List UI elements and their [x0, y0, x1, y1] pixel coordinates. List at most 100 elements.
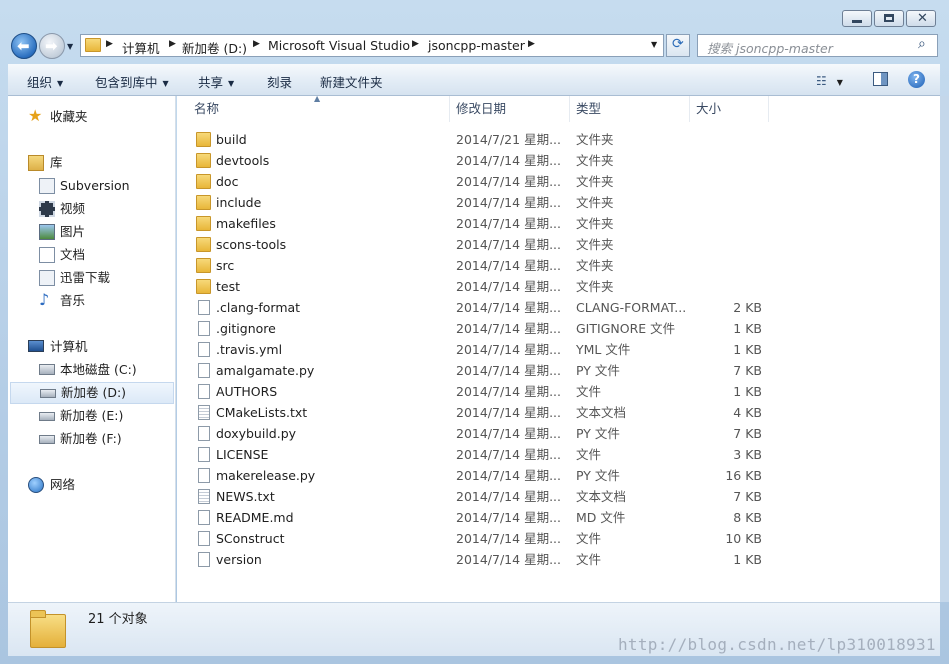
preview-pane-button[interactable] — [873, 72, 888, 86]
file-type: PY 文件 — [576, 426, 620, 441]
nav-libraries-label: 库 — [50, 155, 63, 170]
file-modified-date: 2014/7/21 星期... — [456, 132, 561, 147]
folder-large-icon — [30, 608, 66, 648]
file-list-pane: ▲ 名称 修改日期 类型 大小 build 2014/7/21 星期... 文件夹 d… — [177, 96, 940, 602]
file-name: .travis.yml — [216, 342, 283, 357]
file-row[interactable]: .gitignore 2014/7/14 星期... GITIGNORE 文件 1 K… — [177, 318, 777, 339]
nav-drive-e[interactable]: 新加卷 (E:) — [8, 405, 174, 427]
file-row[interactable]: NEWS.txt 2014/7/14 星期... 文本文档 7 KB — [177, 486, 777, 507]
include-in-library-menu[interactable]: 包含到库中 ▼ — [95, 72, 169, 91]
file-modified-date: 2014/7/14 星期... — [456, 447, 561, 462]
file-modified-date: 2014/7/14 星期... — [456, 153, 561, 168]
file-size: 8 KB — [733, 510, 762, 525]
folder-row[interactable]: doc 2014/7/14 星期... 文件夹 — [177, 171, 777, 192]
file-modified-date: 2014/7/14 星期... — [456, 237, 561, 252]
nav-favorites[interactable]: ★ 收藏夹 — [8, 106, 174, 128]
forward-button[interactable]: ➡ — [39, 33, 65, 59]
breadcrumb-separator-icon[interactable]: ▶ — [412, 39, 419, 49]
maximize-icon — [884, 14, 894, 22]
breadcrumb-drive-d[interactable]: 新加卷 (D:) — [182, 38, 247, 57]
minimize-button[interactable] — [842, 10, 872, 27]
file-modified-date: 2014/7/14 星期... — [456, 510, 561, 525]
folder-row[interactable]: devtools 2014/7/14 星期... 文件夹 — [177, 150, 777, 171]
organize-label: 组织 — [27, 75, 53, 90]
file-row[interactable]: AUTHORS 2014/7/14 星期... 文件 1 KB — [177, 381, 777, 402]
file-row[interactable]: LICENSE 2014/7/14 星期... 文件 3 KB — [177, 444, 777, 465]
nav-drive-f[interactable]: 新加卷 (F:) — [8, 428, 174, 450]
burn-button[interactable]: 刻录 — [267, 72, 292, 91]
folder-icon — [196, 237, 211, 252]
folder-row[interactable]: makefiles 2014/7/14 星期... 文件夹 — [177, 213, 777, 234]
breadcrumb-computer[interactable]: 计算机 — [122, 38, 160, 57]
refresh-button[interactable]: ⟳ — [666, 34, 690, 57]
folder-row[interactable]: include 2014/7/14 星期... 文件夹 — [177, 192, 777, 213]
file-size: 4 KB — [733, 405, 762, 420]
breadcrumb-visual-studio[interactable]: Microsoft Visual Studio — [268, 38, 410, 53]
organize-menu[interactable]: 组织 ▼ — [27, 72, 63, 91]
nav-lib-music[interactable]: ♪ 音乐 — [8, 290, 174, 312]
column-header-size[interactable]: 大小 — [690, 96, 769, 122]
help-button[interactable]: ? — [908, 71, 925, 88]
nav-libraries[interactable]: 库 — [8, 152, 174, 174]
file-type: 文件夹 — [576, 216, 614, 231]
file-row[interactable]: amalgamate.py 2014/7/14 星期... PY 文件 7 KB — [177, 360, 777, 381]
file-modified-date: 2014/7/14 星期... — [456, 405, 561, 420]
address-history-dropdown[interactable]: ▼ — [651, 40, 657, 49]
breadcrumb-separator-icon[interactable]: ▶ — [253, 39, 260, 49]
file-type: YML 文件 — [576, 342, 631, 357]
nav-drive-c[interactable]: 本地磁盘 (C:) — [8, 359, 174, 381]
view-options-button[interactable]: ☷ ▼ — [816, 73, 843, 88]
file-row[interactable]: version 2014/7/14 星期... 文件 1 KB — [177, 549, 777, 570]
file-row[interactable]: SConstruct 2014/7/14 星期... 文件 10 KB — [177, 528, 777, 549]
file-type: 文件 — [576, 531, 602, 546]
nav-lib-documents[interactable]: 文档 — [8, 244, 174, 266]
forward-arrow-icon: ➡ — [45, 37, 58, 55]
new-folder-button[interactable]: 新建文件夹 — [320, 72, 383, 91]
folder-row[interactable]: src 2014/7/14 星期... 文件夹 — [177, 255, 777, 276]
file-row[interactable]: CMakeLists.txt 2014/7/14 星期... 文本文档 4 KB — [177, 402, 777, 423]
breadcrumb-separator-icon[interactable]: ▶ — [528, 39, 535, 49]
nav-computer[interactable]: 计算机 — [8, 336, 174, 358]
file-row[interactable]: doxybuild.py 2014/7/14 星期... PY 文件 7 KB — [177, 423, 777, 444]
column-header-date[interactable]: 修改日期 — [450, 96, 570, 122]
search-icon[interactable]: ⌕ — [918, 36, 926, 52]
file-row[interactable]: makerelease.py 2014/7/14 星期... PY 文件 16 KB — [177, 465, 777, 486]
recent-pages-dropdown[interactable]: ▼ — [67, 42, 73, 51]
file-row[interactable]: .travis.yml 2014/7/14 星期... YML 文件 1 KB — [177, 339, 777, 360]
breadcrumb-separator-icon[interactable]: ▶ — [169, 39, 176, 49]
column-header-type[interactable]: 类型 — [570, 96, 690, 122]
file-type: 文件夹 — [576, 132, 614, 147]
nav-network[interactable]: 网络 — [8, 474, 174, 496]
address-bar[interactable]: ▶ 计算机 ▶ 新加卷 (D:) ▶ Microsoft Visual Stud… — [80, 34, 664, 57]
file-type: PY 文件 — [576, 468, 620, 483]
search-placeholder[interactable]: 搜索 jsoncpp-master — [707, 38, 833, 57]
nav-lib-thunder-downloads[interactable]: 迅雷下载 — [8, 267, 174, 289]
hard-drive-icon — [40, 389, 56, 398]
file-row[interactable]: README.md 2014/7/14 星期... MD 文件 8 KB — [177, 507, 777, 528]
search-box[interactable]: 搜索 jsoncpp-master ⌕ — [697, 34, 938, 57]
folder-row[interactable]: build 2014/7/21 星期... 文件夹 — [177, 129, 777, 150]
file-name: scons-tools — [216, 237, 287, 252]
file-icon — [198, 300, 210, 315]
nav-lib-pictures[interactable]: 图片 — [8, 221, 174, 243]
library-icon — [28, 155, 44, 171]
breadcrumb-jsoncpp-master[interactable]: jsoncpp-master — [428, 38, 525, 53]
folder-row[interactable]: test 2014/7/14 星期... 文件夹 — [177, 276, 777, 297]
windows-drive-icon — [39, 364, 55, 375]
back-button[interactable]: ⬅ — [11, 33, 37, 59]
nav-lib-subversion[interactable]: Subversion — [8, 175, 174, 197]
file-type: PY 文件 — [576, 363, 620, 378]
folder-row[interactable]: scons-tools 2014/7/14 星期... 文件夹 — [177, 234, 777, 255]
share-menu[interactable]: 共享 ▼ — [198, 72, 234, 91]
nav-lib-videos[interactable]: 视频 — [8, 198, 174, 220]
file-type: 文件夹 — [576, 237, 614, 252]
file-row[interactable]: .clang-format 2014/7/14 星期... CLANG-FORMAT… — [177, 297, 777, 318]
file-modified-date: 2014/7/14 星期... — [456, 531, 561, 546]
file-name: .clang-format — [216, 300, 301, 315]
nav-drive-d[interactable]: 新加卷 (D:) — [10, 382, 174, 404]
nav-drive-label: 新加卷 (E:) — [60, 408, 124, 423]
column-header-name[interactable]: 名称 — [188, 96, 450, 122]
maximize-button[interactable] — [874, 10, 904, 27]
breadcrumb-separator-icon[interactable]: ▶ — [106, 39, 113, 49]
close-button[interactable]: ✕ — [906, 10, 936, 27]
